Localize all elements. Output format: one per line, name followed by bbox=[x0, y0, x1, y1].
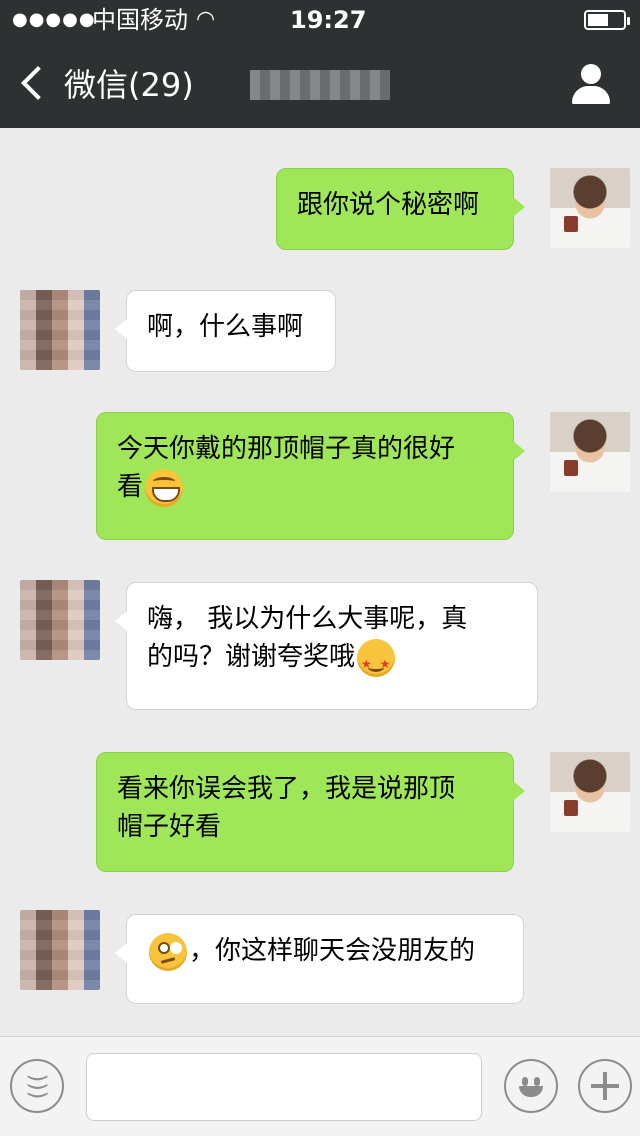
grin-emoji-icon bbox=[145, 468, 184, 507]
back-button[interactable]: 微信(29) bbox=[16, 58, 194, 108]
chat-area[interactable]: 跟你说个秘密啊 啊，什么事啊 今天你戴的那顶帽子真的很好 看 嗨， 我以为什么大… bbox=[0, 128, 640, 1036]
nav-bar: 微信(29) bbox=[0, 40, 640, 128]
message-text-line: 今天你戴的那顶帽子真的很好 bbox=[117, 434, 456, 464]
message-text-line: 的吗？谢谢夸奖哦 bbox=[147, 642, 356, 672]
back-label: 微信(29) bbox=[64, 66, 194, 104]
more-button[interactable] bbox=[578, 1059, 632, 1113]
eye-roll-emoji-icon bbox=[149, 932, 187, 971]
my-avatar[interactable] bbox=[550, 752, 630, 832]
wifi-icon: ◠ bbox=[196, 7, 216, 32]
message-bubble-sent[interactable]: 看来你误会我了，我是说那顶 帽子好看 bbox=[96, 752, 525, 872]
contact-avatar[interactable] bbox=[20, 290, 100, 370]
message-bubble-received[interactable]: 嗨， 我以为什么大事呢，真 的吗？谢谢夸奖哦 bbox=[115, 582, 538, 710]
emoji-button[interactable] bbox=[504, 1059, 558, 1113]
voice-button[interactable]: ))) bbox=[10, 1059, 64, 1113]
plus-icon bbox=[591, 1072, 619, 1100]
signal-icon: ●●●●● bbox=[12, 9, 96, 30]
contact-avatar[interactable] bbox=[20, 580, 100, 660]
voice-wave-icon: ))) bbox=[24, 1073, 50, 1099]
my-avatar[interactable] bbox=[550, 412, 630, 492]
message-bubble-received[interactable]: 啊，什么事啊 bbox=[115, 290, 336, 372]
message-text-line: 帽子好看 bbox=[117, 812, 222, 842]
message-input[interactable] bbox=[86, 1053, 482, 1121]
status-bar: ●●●●● 中国移动 ◠ 19:27 bbox=[0, 0, 640, 40]
chat-title-blurred bbox=[250, 70, 390, 100]
battery-icon bbox=[584, 10, 630, 30]
input-bar: ))) bbox=[0, 1036, 640, 1136]
message-bubble-sent[interactable]: 跟你说个秘密啊 bbox=[276, 168, 525, 250]
message-text: 跟你说个秘密啊 bbox=[297, 190, 480, 220]
star-eyes-emoji-icon bbox=[357, 638, 396, 683]
carrier-name: 中国移动 bbox=[92, 6, 188, 34]
message-text-line: 嗨， 我以为什么大事呢，真 bbox=[147, 604, 468, 634]
contact-profile-button[interactable] bbox=[570, 64, 612, 104]
status-time: 19:27 bbox=[290, 6, 367, 34]
top-bar: ●●●●● 中国移动 ◠ 19:27 微信(29) bbox=[0, 0, 640, 128]
smiley-icon bbox=[513, 1068, 549, 1104]
contact-avatar[interactable] bbox=[20, 910, 100, 990]
my-avatar[interactable] bbox=[550, 168, 630, 248]
message-text-line: 看 bbox=[117, 472, 144, 502]
message-bubble-sent[interactable]: 今天你戴的那顶帽子真的很好 看 bbox=[96, 412, 525, 540]
message-text: ，你这样聊天会没朋友的 bbox=[189, 936, 476, 966]
message-text: 啊，什么事啊 bbox=[147, 312, 304, 342]
person-icon bbox=[581, 64, 601, 84]
message-bubble-received[interactable]: ，你这样聊天会没朋友的 bbox=[115, 914, 524, 1004]
message-text-line: 看来你误会我了，我是说那顶 bbox=[117, 774, 456, 804]
chevron-left-icon bbox=[21, 66, 55, 100]
